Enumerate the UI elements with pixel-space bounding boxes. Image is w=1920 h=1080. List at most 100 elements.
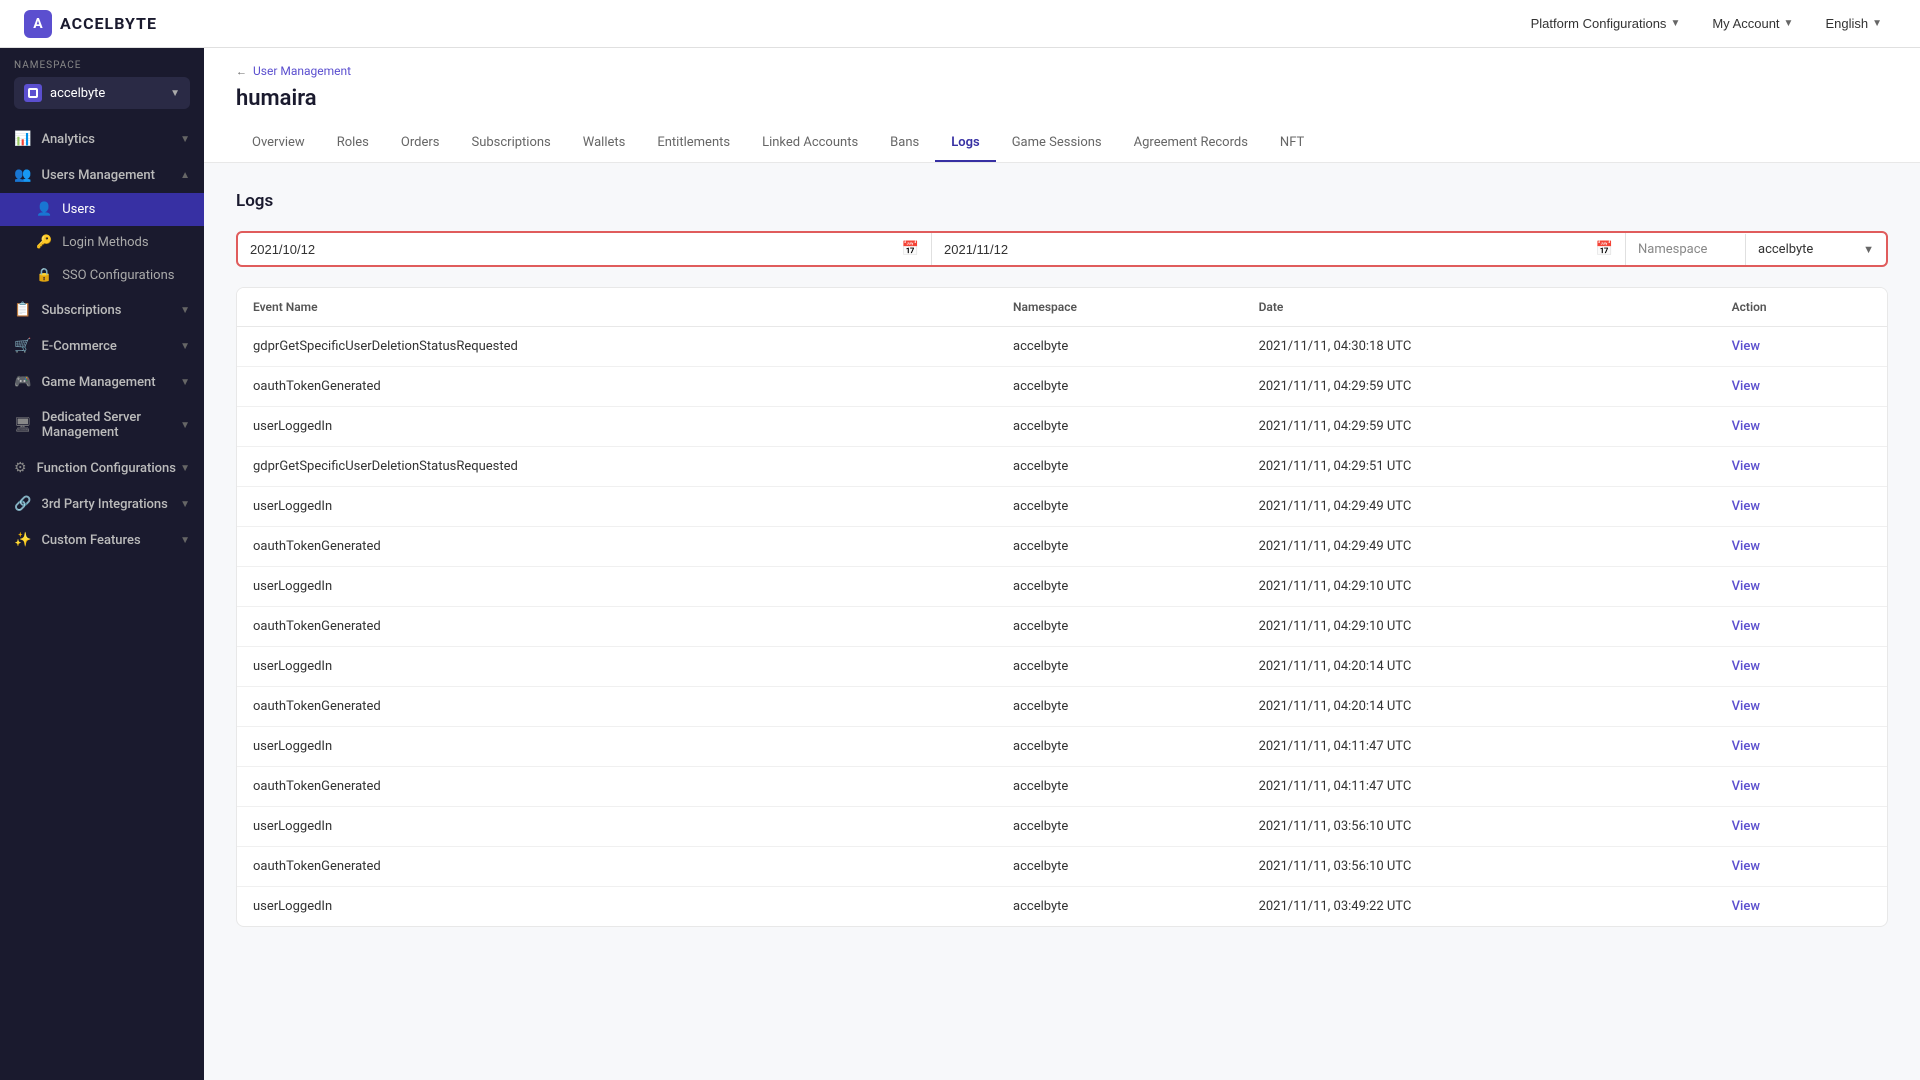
cell-date: 2021/11/11, 04:29:59 UTC: [1243, 407, 1716, 447]
sidebar-item-users-management[interactable]: 👥 Users Management ▲: [0, 157, 204, 193]
sidebar-item-subscriptions[interactable]: 📋 Subscriptions ▼: [0, 292, 204, 328]
cell-namespace: accelbyte: [997, 767, 1243, 807]
language-button[interactable]: English ▼: [1811, 10, 1896, 37]
cell-date: 2021/11/11, 04:20:14 UTC: [1243, 647, 1716, 687]
view-link[interactable]: View: [1732, 539, 1760, 554]
sidebar-sub-label: Users: [62, 202, 95, 217]
cell-event-name: oauthTokenGenerated: [237, 367, 997, 407]
sidebar-item-3rd-party-integrations[interactable]: 🔗 3rd Party Integrations ▼: [0, 486, 204, 522]
sidebar-nav: 📊 Analytics ▼ 👥 Users Management ▲ 👤 Use…: [0, 121, 204, 558]
sidebar-item-sso-configurations[interactable]: 🔒 SSO Configurations: [0, 259, 204, 292]
tab-roles[interactable]: Roles: [321, 125, 385, 162]
sidebar-item-label: Subscriptions: [41, 303, 121, 318]
col-date: Date: [1243, 288, 1716, 327]
cell-namespace: accelbyte: [997, 847, 1243, 887]
sidebar-sub-label: Login Methods: [62, 235, 148, 250]
namespace-filter-value-wrap[interactable]: accelbyte ▼: [1746, 234, 1886, 265]
my-account-button[interactable]: My Account ▼: [1698, 10, 1807, 37]
cell-namespace: accelbyte: [997, 567, 1243, 607]
date-to-input[interactable]: [944, 242, 1590, 257]
view-link[interactable]: View: [1732, 739, 1760, 754]
tab-logs[interactable]: Logs: [935, 125, 995, 162]
view-link[interactable]: View: [1732, 699, 1760, 714]
view-link[interactable]: View: [1732, 859, 1760, 874]
sidebar-item-dedicated-server-management[interactable]: 🖥 Dedicated Server Management ▼: [0, 400, 204, 450]
table-header-row: Event Name Namespace Date Action: [237, 288, 1887, 327]
cell-event-name: userLoggedIn: [237, 647, 997, 687]
view-link[interactable]: View: [1732, 339, 1760, 354]
view-link[interactable]: View: [1732, 659, 1760, 674]
sidebar-item-label: Users Management: [41, 168, 154, 183]
col-action: Action: [1716, 288, 1887, 327]
view-link[interactable]: View: [1732, 579, 1760, 594]
cell-action: View: [1716, 807, 1887, 847]
logs-table: Event Name Namespace Date Action gdprGet…: [237, 288, 1887, 926]
sidebar-item-e-commerce[interactable]: 🛒 E-Commerce ▼: [0, 328, 204, 364]
sidebar-item-function-configurations[interactable]: ⚙ Function Configurations ▼: [0, 450, 204, 486]
cell-date: 2021/11/11, 04:29:49 UTC: [1243, 487, 1716, 527]
namespace-selector[interactable]: accelbyte ▼: [14, 77, 190, 109]
sidebar-item-login-methods[interactable]: 🔑 Login Methods: [0, 226, 204, 259]
tab-game-sessions[interactable]: Game Sessions: [996, 125, 1118, 162]
ecommerce-chevron-icon: ▼: [180, 341, 190, 352]
view-link[interactable]: View: [1732, 499, 1760, 514]
date-from-input[interactable]: [250, 242, 896, 257]
date-from-wrap: 📅: [238, 233, 932, 265]
cell-event-name: userLoggedIn: [237, 567, 997, 607]
cell-action: View: [1716, 647, 1887, 687]
cell-namespace: accelbyte: [997, 807, 1243, 847]
cell-namespace: accelbyte: [997, 407, 1243, 447]
view-link[interactable]: View: [1732, 379, 1760, 394]
cell-action: View: [1716, 887, 1887, 927]
sidebar-item-game-management[interactable]: 🎮 Game Management ▼: [0, 364, 204, 400]
table-row: gdprGetSpecificUserDeletionStatusRequest…: [237, 447, 1887, 487]
cell-date: 2021/11/11, 03:56:10 UTC: [1243, 847, 1716, 887]
table-row: userLoggedInaccelbyte2021/11/11, 04:20:1…: [237, 647, 1887, 687]
game-management-icon: 🎮: [14, 374, 31, 390]
sidebar-sub-label: SSO Configurations: [62, 268, 174, 283]
view-link[interactable]: View: [1732, 419, 1760, 434]
cell-action: View: [1716, 847, 1887, 887]
view-link[interactable]: View: [1732, 899, 1760, 914]
sidebar-item-analytics[interactable]: 📊 Analytics ▼: [0, 121, 204, 157]
cell-action: View: [1716, 687, 1887, 727]
cell-event-name: gdprGetSpecificUserDeletionStatusRequest…: [237, 327, 997, 367]
sidebar-item-custom-features[interactable]: ✨ Custom Features ▼: [0, 522, 204, 558]
integrations-chevron-icon: ▼: [180, 499, 190, 510]
users-management-icon: 👥: [14, 167, 31, 183]
logs-table-wrap: Event Name Namespace Date Action gdprGet…: [236, 287, 1888, 927]
cell-event-name: userLoggedIn: [237, 407, 997, 447]
cell-event-name: oauthTokenGenerated: [237, 527, 997, 567]
namespace-label: NAMESPACE: [14, 60, 190, 71]
logo-text: ACCELBYTE: [60, 14, 157, 33]
tab-overview[interactable]: Overview: [236, 125, 321, 162]
table-row: oauthTokenGeneratedaccelbyte2021/11/11, …: [237, 527, 1887, 567]
cell-namespace: accelbyte: [997, 887, 1243, 927]
tab-wallets[interactable]: Wallets: [567, 125, 642, 162]
cell-date: 2021/11/11, 04:29:51 UTC: [1243, 447, 1716, 487]
view-link[interactable]: View: [1732, 819, 1760, 834]
view-link[interactable]: View: [1732, 779, 1760, 794]
table-row: userLoggedInaccelbyte2021/11/11, 04:29:5…: [237, 407, 1887, 447]
namespace-section: NAMESPACE accelbyte ▼: [0, 48, 204, 117]
cell-event-name: gdprGetSpecificUserDeletionStatusRequest…: [237, 447, 997, 487]
col-namespace: Namespace: [997, 288, 1243, 327]
namespace-icon: [24, 84, 42, 102]
logo: A ACCELBYTE: [24, 10, 157, 38]
tab-bans[interactable]: Bans: [874, 125, 935, 162]
tab-linked-accounts[interactable]: Linked Accounts: [746, 125, 874, 162]
tab-nft[interactable]: NFT: [1264, 125, 1320, 162]
topbar: A ACCELBYTE Platform Configurations ▼ My…: [0, 0, 1920, 48]
cell-namespace: accelbyte: [997, 487, 1243, 527]
breadcrumb-arrow-icon: ←: [236, 65, 247, 78]
tab-orders[interactable]: Orders: [385, 125, 456, 162]
tab-agreement-records[interactable]: Agreement Records: [1118, 125, 1264, 162]
tab-entitlements[interactable]: Entitlements: [641, 125, 746, 162]
sidebar-item-users[interactable]: 👤 Users: [0, 193, 204, 226]
view-link[interactable]: View: [1732, 459, 1760, 474]
view-link[interactable]: View: [1732, 619, 1760, 634]
platform-configurations-button[interactable]: Platform Configurations ▼: [1517, 10, 1695, 37]
tab-subscriptions[interactable]: Subscriptions: [455, 125, 566, 162]
breadcrumb-link[interactable]: User Management: [253, 64, 351, 78]
breadcrumb: ← User Management: [236, 64, 1888, 78]
